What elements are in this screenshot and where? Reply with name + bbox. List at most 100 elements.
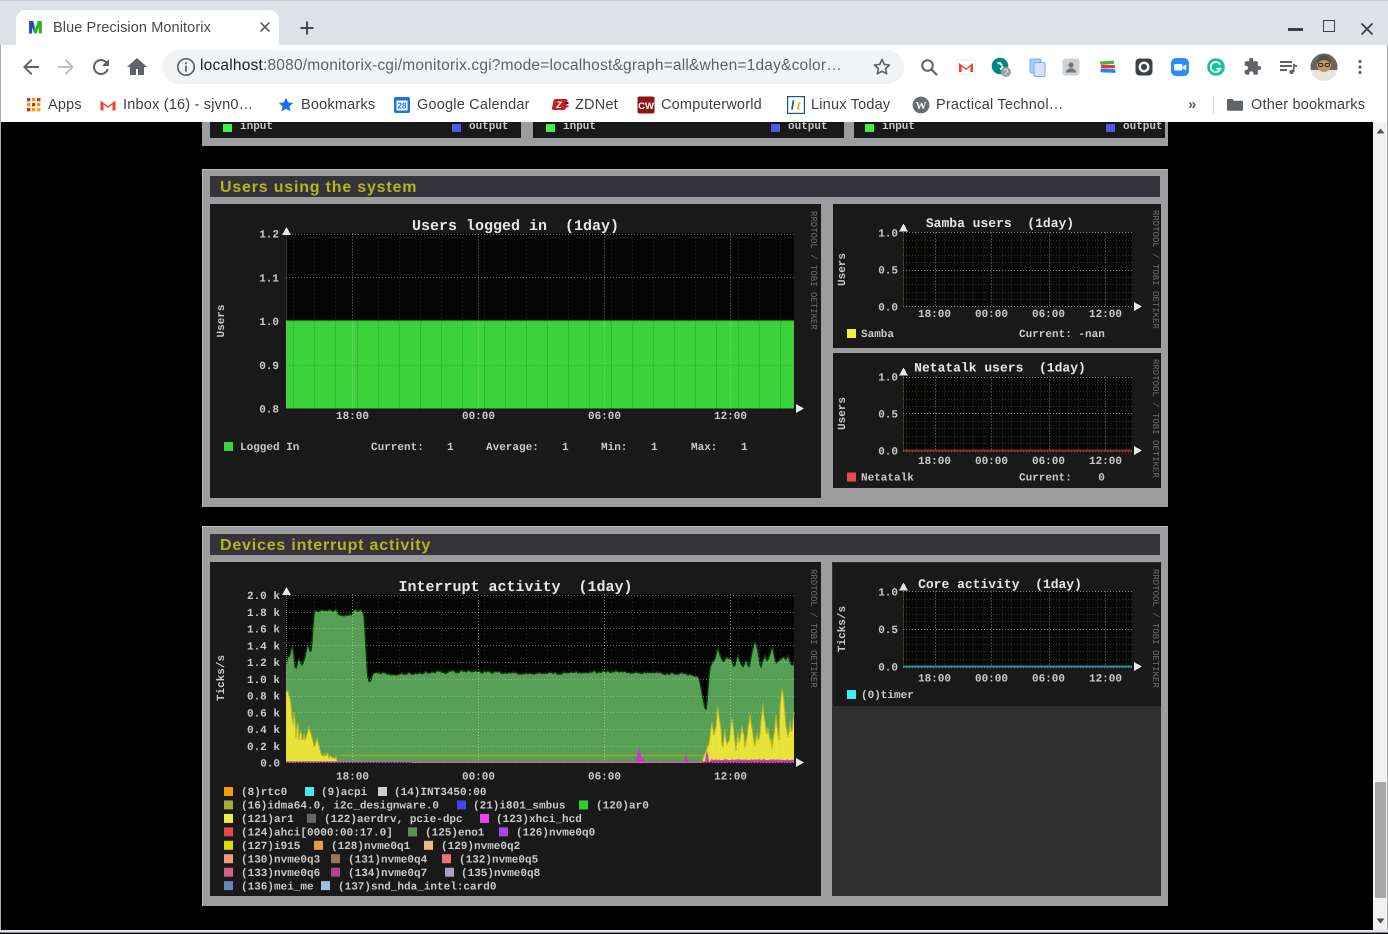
svg-text:t: t [797,98,801,113]
svg-text:06:00: 06:00 [1032,674,1065,686]
svg-text:(123)xhci_hcd: (123)xhci_hcd [496,814,582,826]
svg-text:1: 1 [651,442,658,454]
svg-text:18:00: 18:00 [336,411,369,423]
svg-text:1.2 k: 1.2 k [247,658,280,670]
svg-text:0.0: 0.0 [260,759,280,771]
svg-text:Interrupt activity (1day): Interrupt activity (1day) [398,579,632,596]
svg-text:12:00: 12:00 [1089,456,1122,468]
svg-text:(136)mei_me: (136)mei_me [241,881,314,893]
svg-text:Ticks/s: Ticks/s [837,606,849,652]
svg-text:(132)nvme0q5: (132)nvme0q5 [459,854,539,866]
svg-text:Current: 0: Current: 0 [1019,473,1105,485]
svg-text:Netatalk: Netatalk [861,473,914,485]
svg-text:CW: CW [638,101,654,112]
svg-text:00:00: 00:00 [462,411,495,423]
svg-text:Samba: Samba [861,329,894,341]
svg-text:Core activity (1day): Core activity (1day) [918,577,1082,592]
svg-text:1: 1 [447,442,454,454]
svg-text:18:00: 18:00 [918,456,951,468]
svg-text:Users: Users [216,304,228,337]
svg-text:(122)aerdrv, pcie-dpc: (122)aerdrv, pcie-dpc [324,814,463,826]
svg-text:06:00: 06:00 [588,411,621,423]
svg-text:0.8: 0.8 [259,405,279,417]
svg-text:00:00: 00:00 [462,772,495,784]
svg-text:1.8 k: 1.8 k [247,608,280,620]
svg-text:Netatalk users (1day): Netatalk users (1day) [914,361,1086,376]
svg-text:(120)ar0: (120)ar0 [596,801,649,813]
svg-text:28: 28 [398,102,407,111]
svg-text:(133)nvme0q6: (133)nvme0q6 [241,868,320,880]
svg-text:1.0: 1.0 [259,317,279,329]
svg-text:RRDTOOL / TOBI OETIKER: RRDTOOL / TOBI OETIKER [1150,569,1160,688]
svg-text:RRDTOOL / TOBI OETIKER: RRDTOOL / TOBI OETIKER [1150,359,1160,478]
svg-text:(130)nvme0q3: (130)nvme0q3 [241,854,321,866]
svg-text:Current:: Current: [371,442,424,454]
svg-text:0.9: 0.9 [259,361,279,373]
svg-text:06:00: 06:00 [1032,456,1065,468]
svg-text:l: l [791,98,795,113]
svg-text:(131)nvme0q4: (131)nvme0q4 [348,854,428,866]
svg-text:1.6 k: 1.6 k [247,625,280,637]
svg-text:06:00: 06:00 [1032,309,1065,321]
svg-text:0.0: 0.0 [878,303,898,315]
svg-text:(125)eno1: (125)eno1 [425,828,485,840]
svg-text:RRDTOOL / TOBI OETIKER: RRDTOOL / TOBI OETIKER [808,569,818,688]
svg-text:Users: Users [837,397,849,430]
svg-text:0.6 k: 0.6 k [247,708,280,720]
svg-text:Logged In: Logged In [240,442,299,454]
svg-text:Current: -nan: Current: -nan [1019,329,1105,341]
svg-text:(8)rtc0: (8)rtc0 [241,787,287,799]
svg-text:0.5: 0.5 [878,625,898,637]
svg-text:Z: Z [555,100,562,110]
svg-text:0.0: 0.0 [878,447,898,459]
svg-text:(134)nvme0q7: (134)nvme0q7 [348,868,427,880]
svg-text:1.4 k: 1.4 k [247,641,280,653]
svg-text:(14)INT3450:00: (14)INT3450:00 [394,787,486,799]
svg-text:1.0: 1.0 [878,373,898,385]
svg-text:Users logged in (1day): Users logged in (1day) [412,218,619,235]
svg-text:1.0: 1.0 [878,588,898,600]
svg-text:(124)ahci[0000:00:17.0]: (124)ahci[0000:00:17.0] [241,828,393,840]
svg-text:W: W [916,100,927,112]
svg-text:(135)nvme0q8: (135)nvme0q8 [461,868,541,880]
svg-text:00:00: 00:00 [975,309,1008,321]
svg-text:2.0 k: 2.0 k [247,591,280,603]
svg-text:(126)nvme0q0: (126)nvme0q0 [516,828,595,840]
svg-text:00:00: 00:00 [975,456,1008,468]
svg-text:(127)i915: (127)i915 [241,841,301,853]
svg-text:1.0: 1.0 [878,229,898,241]
svg-text:0.2 k: 0.2 k [247,742,280,754]
svg-text:1.1: 1.1 [259,273,279,285]
svg-text:M: M [28,18,42,35]
svg-text:18:00: 18:00 [918,309,951,321]
svg-text:0.8 k: 0.8 k [247,692,280,704]
svg-text:06:00: 06:00 [588,772,621,784]
svg-text:(9)acpi: (9)acpi [321,787,368,799]
svg-text:0.4 k: 0.4 k [247,725,280,737]
svg-text:12:00: 12:00 [714,411,747,423]
svg-text:Max:: Max: [691,442,717,454]
svg-text:Samba users (1day): Samba users (1day) [926,216,1074,231]
svg-text:(137)snd_hda_intel:card0: (137)snd_hda_intel:card0 [338,881,496,893]
svg-text:1.2: 1.2 [259,230,279,242]
svg-text:RRDTOOL / TOBI OETIKER: RRDTOOL / TOBI OETIKER [1150,210,1160,329]
svg-text:1: 1 [741,442,748,454]
svg-text:(0)timer: (0)timer [861,690,914,702]
svg-text:18:00: 18:00 [336,772,369,784]
svg-text:(16)idma64.0, i2c_designware.0: (16)idma64.0, i2c_designware.0 [241,801,439,813]
svg-text:12:00: 12:00 [1089,309,1122,321]
svg-text:(21)i801_smbus: (21)i801_smbus [473,801,565,813]
svg-text:0.0: 0.0 [878,663,898,675]
svg-text:1.0 k: 1.0 k [247,675,280,687]
svg-text:Ticks/s: Ticks/s [216,655,228,701]
svg-text:00:00: 00:00 [975,674,1008,686]
svg-text:Min:: Min: [601,442,627,454]
svg-text:18:00: 18:00 [918,674,951,686]
svg-text:?: ? [1004,68,1009,77]
svg-text:RRDTOOL / TOBI OETIKER: RRDTOOL / TOBI OETIKER [808,211,818,330]
svg-text:(128)nvme0q1: (128)nvme0q1 [331,841,411,853]
svg-text:1: 1 [562,442,569,454]
svg-text:0.5: 0.5 [878,266,898,278]
svg-text:Average:: Average: [486,442,539,454]
svg-text:12:00: 12:00 [1089,674,1122,686]
